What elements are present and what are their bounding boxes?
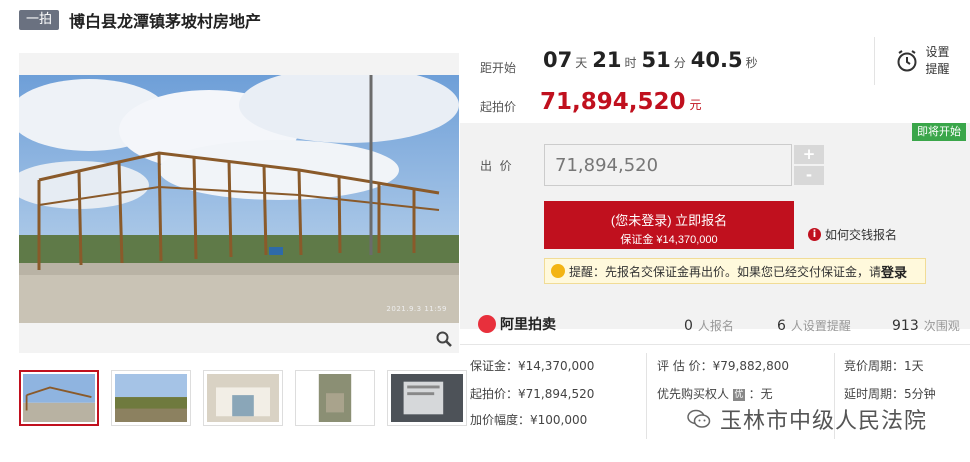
platform-name: 阿里拍卖 — [500, 317, 556, 333]
reminder-label-line1: 设置 — [925, 45, 950, 59]
countdown-days-unit: 天 — [575, 56, 588, 70]
how-to-pay-link[interactable]: i 如何交钱报名 — [808, 226, 897, 243]
stat-registrations-num: 0 — [684, 318, 693, 334]
photo-timestamp: 2021.9.3 11:59 — [386, 305, 447, 313]
login-link[interactable]: 登录 — [881, 262, 907, 281]
bid-label: 出 价 — [480, 159, 512, 173]
wechat-icon — [687, 409, 711, 428]
auction-info-panel: 距开始 07 天 21 时 51 分 40.5 秒 设置 提醒 起拍价 71,8… — [460, 37, 970, 462]
how-to-pay-text: 如何交钱报名 — [825, 228, 898, 242]
info-icon: i — [808, 228, 821, 241]
countdown-days: 07 — [543, 48, 573, 72]
thumbnail-1[interactable] — [19, 370, 99, 426]
decrease-bid-button[interactable]: - — [794, 166, 824, 185]
delay-cycle-detail: 延时周期：5分钟 — [844, 387, 936, 401]
thumbnail-3[interactable] — [203, 370, 283, 426]
bidding-cycle-detail: 竞价周期：1天 — [844, 359, 924, 373]
countdown-minutes-unit: 分 — [673, 56, 686, 70]
stat-reminders: 6 人设置提醒 — [777, 317, 851, 334]
stat-views: 913 次围观 — [892, 317, 960, 334]
priority-badge: 优 — [732, 388, 745, 401]
start-price-value: 71,894,520 — [540, 89, 686, 115]
stat-views-label: 次围观 — [923, 319, 960, 333]
login-hint: 提醒：先报名交保证金再出价。如果您已经交付保证金，请 登录 — [544, 258, 926, 284]
thumbnail-5[interactable] — [387, 370, 467, 426]
start-price: 71,894,520 元 — [540, 89, 702, 115]
stat-reminders-label: 人设置提醒 — [790, 319, 851, 333]
start-price-label: 起拍价 — [480, 100, 517, 114]
alarm-clock-icon — [897, 50, 917, 72]
countdown-seconds-unit: 秒 — [745, 56, 758, 70]
search-icon — [436, 331, 452, 347]
page-title: 博白县龙潭镇茅坡村房地产 — [69, 12, 262, 31]
register-now-button[interactable]: (您未登录) 立即报名 保证金 ¥14,370,000 — [544, 201, 794, 249]
reminder-label: 设置 提醒 — [925, 44, 949, 78]
start-price-row: 起拍价 71,894,520 元 — [460, 89, 970, 121]
lightbulb-icon — [551, 264, 565, 278]
deposit-amount-label: 保证金 ¥14,370,000 — [620, 234, 718, 246]
priority-buyer-label: 优先购买权人 — [657, 387, 730, 401]
stat-registrations: 0 人报名 — [684, 317, 734, 334]
deposit-detail: 保证金：¥14,370,000 — [470, 359, 595, 373]
priority-buyer-detail: 优先购买权人 优 ：无 — [657, 385, 773, 402]
increase-bid-button[interactable]: + — [794, 145, 824, 164]
countdown-seconds: 40.5 — [690, 48, 743, 72]
increment-detail: 加价幅度：¥100,000 — [470, 413, 588, 427]
stat-views-num: 913 — [892, 318, 919, 334]
appraisal-detail: 评 估 价：¥79,882,800 — [657, 359, 789, 373]
platform-stats-row: 阿里拍卖 0 人报名 6 人设置提醒 913 次围观 — [460, 309, 970, 339]
bid-box: 即将开始 出 价 + - (您未登录) 立即报名 保证金 ¥14,370,000… — [460, 123, 970, 329]
countdown: 距开始 07 天 21 时 51 分 40.5 秒 设置 提醒 — [460, 37, 970, 85]
priority-buyer-value: ：无 — [748, 387, 773, 401]
status-badge: 即将开始 — [912, 123, 966, 141]
countdown-hours: 21 — [592, 48, 622, 72]
thumbnail-strip — [19, 370, 467, 426]
ali-logo-icon — [478, 315, 496, 333]
court-watermark: 玉林市中级人民法院 — [686, 403, 927, 435]
zoom-button[interactable] — [429, 325, 459, 353]
countdown-minutes: 51 — [641, 48, 671, 72]
reminder-label-line2: 提醒 — [925, 62, 950, 76]
main-photo: 2021.9.3 11:59 — [19, 75, 459, 323]
hint-text: 提醒：先报名交保证金再出价。如果您已经交付保证金，请 — [569, 264, 882, 279]
bid-amount-input[interactable] — [544, 144, 792, 186]
countdown-value: 07 天 21 时 51 分 40.5 秒 — [543, 48, 763, 72]
watermark-text: 玉林市中级人民法院 — [720, 409, 928, 434]
stat-registrations-label: 人报名 — [697, 319, 734, 333]
stat-reminders-num: 6 — [777, 318, 786, 334]
register-button-label: (您未登录) 立即报名 — [610, 213, 728, 228]
thumbnail-4[interactable] — [295, 370, 375, 426]
set-reminder-button[interactable]: 设置 提醒 — [874, 37, 970, 85]
ali-auction-logo: 阿里拍卖 — [478, 314, 556, 334]
column-divider — [646, 353, 647, 439]
start-price-detail: 起拍价：¥71,894,520 — [470, 387, 595, 401]
start-price-unit: 元 — [689, 98, 702, 112]
thumbnail-2[interactable] — [111, 370, 191, 426]
countdown-hours-unit: 时 — [624, 56, 637, 70]
title-row: 一拍 博白县龙潭镇茅坡村房地产 — [19, 8, 261, 32]
countdown-label: 距开始 — [480, 61, 517, 75]
main-photo-viewer[interactable]: 2021.9.3 11:59 — [19, 53, 459, 353]
auction-page: 一拍 博白县龙潭镇茅坡村房地产 2021.9.3 11:59 距开始 07 天 … — [0, 0, 970, 462]
auction-round-tag: 一拍 — [19, 10, 60, 30]
